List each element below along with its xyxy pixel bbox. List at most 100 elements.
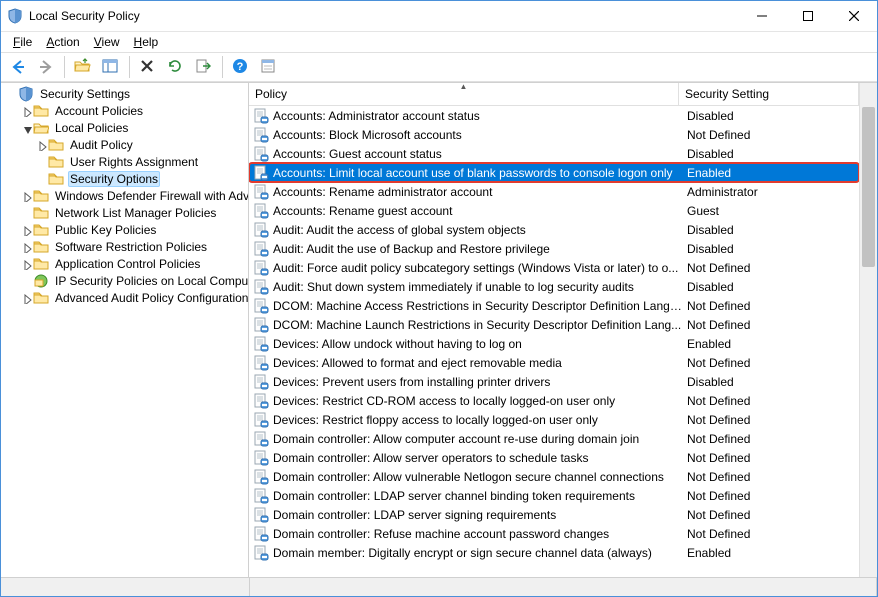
list-row[interactable]: Accounts: Limit local account use of bla… — [249, 163, 859, 182]
expand-icon[interactable] — [33, 137, 48, 152]
properties-button[interactable] — [256, 54, 282, 80]
tree-pane[interactable]: Security Settings Account PoliciesLocal … — [1, 83, 249, 577]
list-row[interactable]: Devices: Restrict floppy access to local… — [249, 410, 859, 429]
close-button[interactable] — [831, 1, 877, 31]
list-row[interactable]: Devices: Prevent users from installing p… — [249, 372, 859, 391]
expand-icon[interactable] — [18, 222, 33, 237]
titlebar[interactable]: Local Security Policy — [1, 1, 877, 32]
setting-cell: Not Defined — [683, 470, 859, 484]
list-row[interactable]: Domain controller: Refuse machine accoun… — [249, 524, 859, 543]
expand-icon[interactable] — [18, 103, 33, 118]
list-row[interactable]: Audit: Force audit policy subcategory se… — [249, 258, 859, 277]
list-row[interactable]: DCOM: Machine Launch Restrictions in Sec… — [249, 315, 859, 334]
list-row[interactable]: Audit: Audit the access of global system… — [249, 220, 859, 239]
list-row[interactable]: DCOM: Machine Access Restrictions in Sec… — [249, 296, 859, 315]
menu-view[interactable]: View — [88, 34, 126, 50]
back-button[interactable] — [5, 54, 31, 80]
column-header-policy[interactable]: Policy ▲ — [249, 83, 679, 105]
tree-item[interactable]: Software Restriction Policies — [3, 238, 248, 255]
export-list-button[interactable] — [191, 54, 217, 80]
tree-item[interactable]: Application Control Policies — [3, 255, 248, 272]
setting-cell: Not Defined — [683, 413, 859, 427]
list-view[interactable]: Policy ▲ Security Setting Accounts: Admi… — [249, 83, 859, 577]
refresh-button[interactable] — [163, 54, 189, 80]
setting-cell: Enabled — [683, 546, 859, 560]
expand-icon[interactable] — [18, 290, 33, 305]
tree-item[interactable]: Windows Defender Firewall with Advanced … — [3, 187, 248, 204]
scrollbar-thumb[interactable] — [862, 107, 875, 267]
tree-twisty-spacer — [33, 171, 48, 186]
list-row[interactable]: Domain controller: Allow server operator… — [249, 448, 859, 467]
collapse-icon[interactable] — [18, 120, 33, 135]
list-row[interactable]: Accounts: Guest account statusDisabled — [249, 144, 859, 163]
policy-icon — [253, 355, 269, 371]
window-title: Local Security Policy — [29, 9, 739, 23]
vertical-scrollbar[interactable] — [859, 83, 877, 577]
policy-icon — [253, 374, 269, 390]
menu-action[interactable]: Action — [40, 34, 85, 50]
setting-cell: Disabled — [683, 242, 859, 256]
tree-item-label: Security Settings — [38, 87, 132, 101]
setting-cell: Not Defined — [683, 299, 859, 313]
policy-icon — [253, 203, 269, 219]
tree-item[interactable]: User Rights Assignment — [3, 153, 248, 170]
list-row[interactable]: Devices: Allow undock without having to … — [249, 334, 859, 353]
toolbar — [1, 52, 877, 82]
list-row[interactable]: Devices: Restrict CD-ROM access to local… — [249, 391, 859, 410]
list-row[interactable]: Accounts: Block Microsoft accountsNot De… — [249, 125, 859, 144]
menu-file[interactable]: File — [7, 34, 38, 50]
policy-icon — [253, 507, 269, 523]
policy-cell: Accounts: Rename administrator account — [273, 185, 683, 199]
setting-cell: Not Defined — [683, 527, 859, 541]
list-row[interactable]: Accounts: Administrator account statusDi… — [249, 106, 859, 125]
policy-icon — [253, 146, 269, 162]
tree-item-label: Account Policies — [53, 104, 145, 118]
policy-icon — [253, 108, 269, 124]
tree-item[interactable]: Local Policies — [3, 119, 248, 136]
policy-cell: Accounts: Guest account status — [273, 147, 683, 161]
list-header: Policy ▲ Security Setting — [249, 83, 859, 106]
list-row[interactable]: Domain controller: LDAP server signing r… — [249, 505, 859, 524]
tree-item[interactable]: Public Key Policies — [3, 221, 248, 238]
setting-cell: Disabled — [683, 375, 859, 389]
list-row[interactable]: Audit: Audit the use of Backup and Resto… — [249, 239, 859, 258]
forward-button[interactable] — [33, 54, 59, 80]
policy-icon — [253, 412, 269, 428]
expand-icon[interactable] — [18, 239, 33, 254]
setting-cell: Disabled — [683, 280, 859, 294]
list-row[interactable]: Accounts: Rename guest accountGuest — [249, 201, 859, 220]
list-row[interactable]: Domain controller: Allow vulnerable Netl… — [249, 467, 859, 486]
folder-icon — [48, 137, 64, 153]
policy-cell: Devices: Allow undock without having to … — [273, 337, 683, 351]
tree-item[interactable]: Network List Manager Policies — [3, 204, 248, 221]
list-row[interactable]: Accounts: Rename administrator accountAd… — [249, 182, 859, 201]
tree-item[interactable]: Audit Policy — [3, 136, 248, 153]
tree-item[interactable]: Account Policies — [3, 102, 248, 119]
tree-item[interactable]: Security Options — [3, 170, 248, 187]
policy-icon — [253, 488, 269, 504]
tree-root[interactable]: Security Settings — [3, 85, 248, 102]
policy-icon — [253, 298, 269, 314]
delete-button[interactable] — [135, 54, 161, 80]
policy-cell: Devices: Allowed to format and eject rem… — [273, 356, 683, 370]
tree-item[interactable]: Advanced Audit Policy Configuration — [3, 289, 248, 306]
list-row[interactable]: Domain controller: Allow computer accoun… — [249, 429, 859, 448]
menu-help[interactable]: Help — [128, 34, 165, 50]
help-button[interactable] — [228, 54, 254, 80]
expand-icon[interactable] — [18, 256, 33, 271]
setting-cell: Disabled — [683, 223, 859, 237]
list-row[interactable]: Devices: Allowed to format and eject rem… — [249, 353, 859, 372]
policy-icon — [253, 165, 269, 181]
list-row[interactable]: Domain member: Digitally encrypt or sign… — [249, 543, 859, 562]
expand-icon[interactable] — [18, 188, 33, 203]
column-header-setting[interactable]: Security Setting — [679, 83, 859, 105]
minimize-button[interactable] — [739, 1, 785, 31]
policy-icon — [253, 545, 269, 561]
tree-item[interactable]: IP Security Policies on Local Computer — [3, 272, 248, 289]
policy-icon — [253, 260, 269, 276]
show-hide-tree-button[interactable] — [98, 54, 124, 80]
maximize-button[interactable] — [785, 1, 831, 31]
list-row[interactable]: Domain controller: LDAP server channel b… — [249, 486, 859, 505]
list-row[interactable]: Audit: Shut down system immediately if u… — [249, 277, 859, 296]
up-button[interactable] — [70, 54, 96, 80]
